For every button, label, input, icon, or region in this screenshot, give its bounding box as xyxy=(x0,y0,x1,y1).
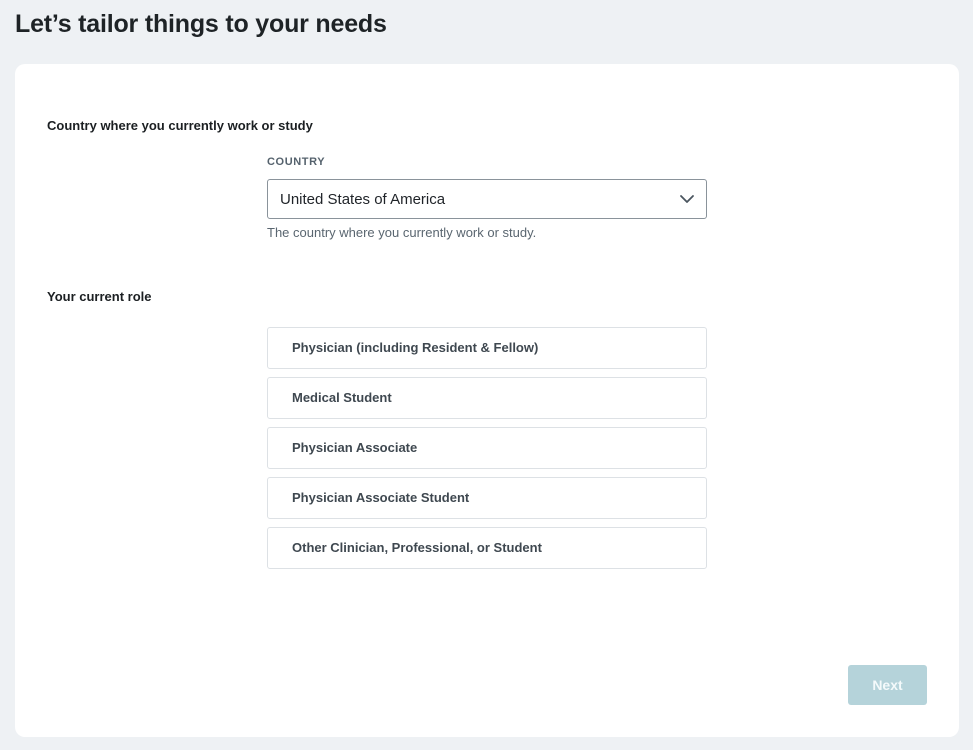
role-option-physician-associate[interactable]: Physician Associate xyxy=(267,427,707,469)
form-card: Country where you currently work or stud… xyxy=(15,64,959,737)
role-option-label: Other Clinician, Professional, or Studen… xyxy=(292,540,542,555)
country-field-caption: COUNTRY xyxy=(267,156,326,168)
role-option-label: Physician Associate xyxy=(292,440,418,455)
country-select[interactable]: United States of America xyxy=(267,179,707,219)
role-option-medical-student[interactable]: Medical Student xyxy=(267,377,707,419)
country-helper-text: The country where you currently work or … xyxy=(267,225,537,240)
page-title: Let’s tailor things to your needs xyxy=(15,10,387,38)
country-select-value: United States of America xyxy=(280,191,446,208)
country-section-label: Country where you currently work or stud… xyxy=(47,118,313,133)
next-button[interactable]: Next xyxy=(848,665,927,705)
role-options-list: Physician (including Resident & Fellow) … xyxy=(267,327,707,577)
role-option-other[interactable]: Other Clinician, Professional, or Studen… xyxy=(267,527,707,569)
role-option-physician-associate-student[interactable]: Physician Associate Student xyxy=(267,477,707,519)
role-option-label: Medical Student xyxy=(292,390,392,405)
role-option-label: Physician (including Resident & Fellow) xyxy=(292,340,539,355)
role-section-label: Your current role xyxy=(47,289,152,304)
role-option-label: Physician Associate Student xyxy=(292,490,470,505)
chevron-down-icon xyxy=(680,195,694,203)
role-option-physician[interactable]: Physician (including Resident & Fellow) xyxy=(267,327,707,369)
